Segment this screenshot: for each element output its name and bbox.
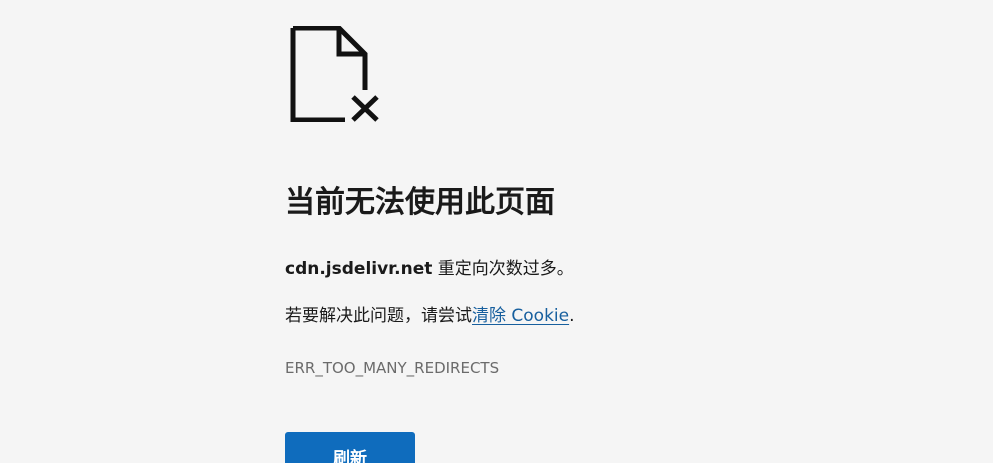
redirect-message: cdn.jsdelivr.net 重定向次数过多。 [285,257,574,281]
suggestion: 若要解决此问题，请尝试清除 Cookie. [285,304,575,328]
host-message: 重定向次数过多。 [432,259,574,279]
broken-document-icon [289,26,385,122]
page-title: 当前无法使用此页面 [285,185,555,220]
error-code: ERR_TOO_MANY_REDIRECTS [285,359,500,377]
suggestion-prefix: 若要解决此问题，请尝试 [285,306,472,326]
host-name: cdn.jsdelivr.net [285,259,433,279]
suggestion-suffix: . [569,306,575,326]
reload-button[interactable]: 刷新 [285,432,415,463]
clear-cookies-link[interactable]: 清除 Cookie [472,306,569,326]
error-page: 当前无法使用此页面 cdn.jsdelivr.net 重定向次数过多。 若要解决… [285,0,905,463]
